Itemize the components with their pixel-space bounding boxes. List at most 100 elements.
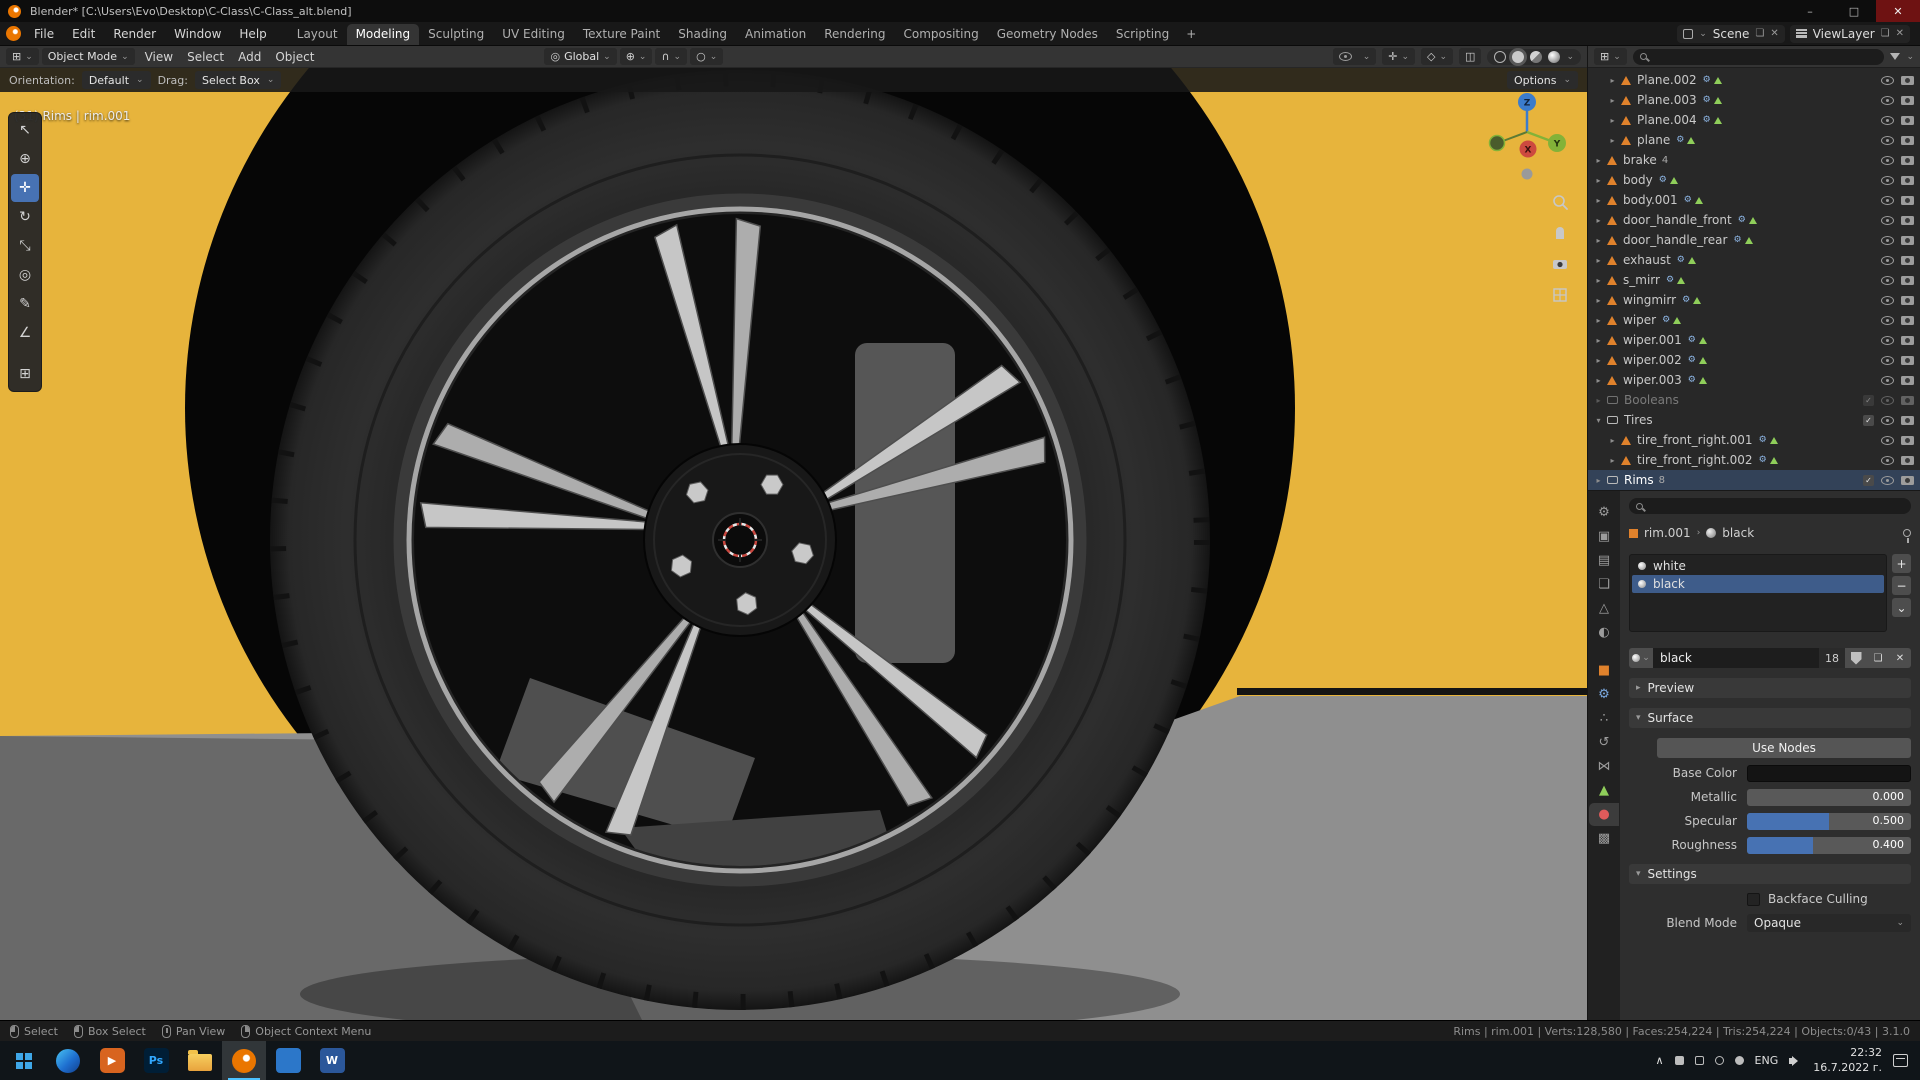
workspace-tab[interactable]: Modeling [347,24,420,45]
drag-dropdown[interactable]: Select Box ⌄ [195,71,281,89]
blender-menu-logo-icon[interactable] [6,26,21,41]
disable-in-renders-icon[interactable] [1901,436,1914,445]
action-center-icon[interactable] [1893,1054,1908,1067]
use-nodes-button[interactable]: Use Nodes [1657,738,1911,758]
outliner-row[interactable]: ▸ door_handle_front ⚙ [1588,210,1920,230]
scene-tab[interactable]: △ [1589,597,1619,620]
outliner-row[interactable]: ▸ body ⚙ [1588,170,1920,190]
hide-in-viewport-icon[interactable] [1881,396,1894,405]
photoshop-app[interactable]: Ps [134,1041,178,1080]
material-preview-button[interactable] [1530,51,1542,63]
object-tab[interactable]: ■ [1589,659,1619,682]
hide-in-viewport-icon[interactable] [1881,376,1894,385]
tool-tab[interactable]: ⚙ [1589,501,1619,524]
material-name-input[interactable]: black [1653,648,1819,668]
media-player-app[interactable]: ▶ [90,1041,134,1080]
physics-tab[interactable]: ↺ [1589,731,1619,754]
hide-in-viewport-icon[interactable] [1881,416,1894,425]
workspace-tab[interactable]: Compositing [894,24,987,45]
hide-in-viewport-icon[interactable] [1881,196,1894,205]
fake-user-shield-button[interactable] [1845,648,1867,668]
solid-shading-button[interactable] [1512,51,1524,63]
base-color-swatch[interactable] [1747,765,1911,782]
wireframe-shading-button[interactable] [1494,51,1506,63]
viewport-menu-item[interactable]: Add [231,49,268,65]
collection-checkbox[interactable] [1863,475,1874,486]
hide-in-viewport-icon[interactable] [1881,136,1894,145]
material-tab[interactable]: ● [1589,803,1619,826]
pin-icon[interactable] [1903,529,1911,537]
browse-material-button[interactable]: ⌄ [1629,648,1653,668]
3d-viewport[interactable]: Z Y X [0,68,1587,1020]
options-button[interactable]: Options ⌄ [1507,71,1578,89]
unlink-material-button[interactable]: ✕ [1889,648,1911,668]
filter-icon[interactable] [1890,53,1900,60]
delete-viewlayer-icon[interactable]: ✕ [1896,28,1904,39]
remove-slot-button[interactable]: − [1892,576,1911,595]
workspace-tab[interactable]: Animation [736,24,815,45]
tray-expand-icon[interactable]: ∧ [1655,1054,1663,1067]
object-data-tab[interactable]: ▲ [1589,779,1619,802]
backface-culling-checkbox[interactable] [1747,893,1760,906]
orientation-dropdown[interactable]: Default ⌄ [82,71,151,89]
roughness-slider[interactable]: 0.400 [1747,837,1911,854]
transform-tool[interactable]: ◎ [11,261,39,289]
expand-arrow-icon[interactable]: ▸ [1592,176,1605,185]
hide-in-viewport-icon[interactable] [1881,176,1894,185]
transform-orientation-dropdown[interactable]: ◎ Global ⌄ [544,48,616,65]
outliner-row[interactable]: ▸ Rims 8 ⚙ [1588,470,1920,490]
hide-in-viewport-icon[interactable] [1881,116,1894,125]
outliner-row[interactable]: ▸ brake 4 ⚙ [1588,150,1920,170]
modifiers-tab[interactable]: ⚙ [1589,683,1619,706]
maximize-button[interactable]: □ [1832,0,1876,22]
preview-section-header[interactable]: ▸ Preview [1629,678,1911,698]
expand-arrow-icon[interactable]: ▸ [1592,476,1605,485]
outliner-row[interactable]: ▸ wiper.002 ⚙ [1588,350,1920,370]
disable-in-renders-icon[interactable] [1901,176,1914,185]
chevron-down-icon[interactable]: ⌄ [1906,52,1914,62]
new-material-button[interactable]: ❏ [1867,648,1889,668]
menu-item[interactable]: Help [230,25,275,43]
expand-arrow-icon[interactable]: ▸ [1592,216,1605,225]
tray-icon[interactable] [1735,1056,1744,1065]
blend-mode-dropdown[interactable]: Opaque ⌄ [1747,914,1911,932]
volume-icon[interactable] [1789,1055,1802,1067]
menu-item[interactable]: File [25,25,63,43]
breadcrumb-material[interactable]: black [1722,526,1754,540]
material-users-count[interactable]: 18 [1819,648,1845,668]
hide-in-viewport-icon[interactable] [1881,476,1894,485]
hide-in-viewport-icon[interactable] [1881,316,1894,325]
edge-app[interactable] [46,1041,90,1080]
tray-icon[interactable] [1695,1056,1704,1065]
object-visibility-dropdown[interactable]: ⌄ [1333,48,1377,65]
disable-in-renders-icon[interactable] [1901,136,1914,145]
workspace-tab[interactable]: Sculpting [419,24,493,45]
pan-hand-button[interactable] [1556,227,1564,239]
outliner-search-input[interactable] [1633,49,1885,65]
outliner-row[interactable]: ▸ exhaust ⚙ [1588,250,1920,270]
new-scene-icon[interactable]: ❏ [1755,28,1764,39]
disable-in-renders-icon[interactable] [1901,216,1914,225]
camera-view-button[interactable] [1553,260,1567,269]
mode-dropdown[interactable]: Object Mode ⌄ [42,48,135,65]
snap-toggle[interactable]: ∩ ⌄ [655,48,687,65]
expand-arrow-icon[interactable]: ▸ [1606,456,1619,465]
collection-checkbox[interactable] [1863,395,1874,406]
viewlayer-selector[interactable]: ViewLayer ❏ ✕ [1790,25,1910,43]
outliner-display-mode[interactable]: ⊞ ⌄ [1594,48,1627,65]
move-tool[interactable]: ✛ [11,174,39,202]
particles-tab[interactable]: ∴ [1589,707,1619,730]
hide-in-viewport-icon[interactable] [1881,216,1894,225]
slot-list[interactable]: white black [1629,554,1887,632]
material-slot-black[interactable]: black [1632,575,1884,593]
menu-item[interactable]: Window [165,25,230,43]
expand-arrow-icon[interactable]: ▸ [1592,296,1605,305]
texture-tab[interactable]: ▩ [1589,827,1619,850]
workspace-tab[interactable]: Shading [669,24,736,45]
blender-app[interactable] [222,1041,266,1080]
code-app[interactable] [266,1041,310,1080]
outliner-row[interactable]: ▸ plane ⚙ [1588,130,1920,150]
hide-in-viewport-icon[interactable] [1881,296,1894,305]
tray-icon[interactable] [1675,1056,1684,1065]
show-overlays-toggle[interactable]: ◇ ⌄ [1421,48,1453,65]
